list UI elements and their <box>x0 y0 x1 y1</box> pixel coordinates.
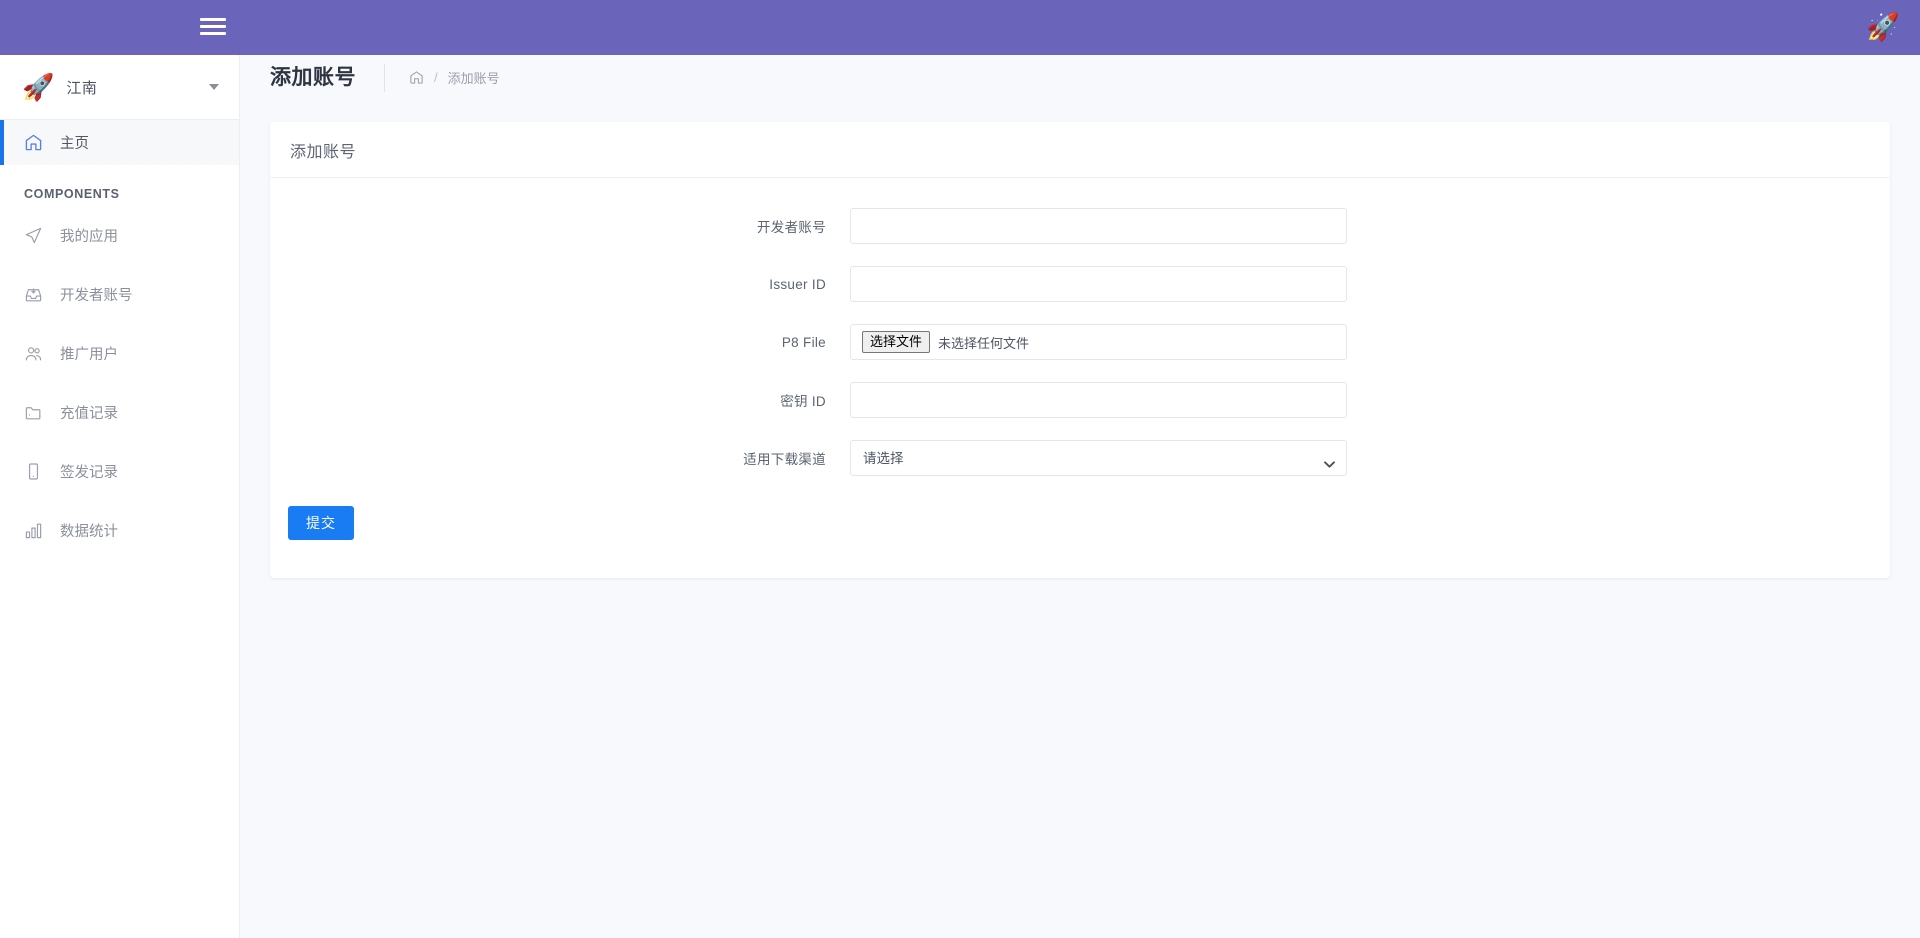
sidebar-item-label: 推广用户 <box>60 343 118 364</box>
form-row-download-channel: 适用下载渠道 请选择 <box>270 440 1890 476</box>
key-id-label: 密钥 ID <box>270 390 850 410</box>
card-title: 添加账号 <box>270 122 1890 178</box>
issuer-id-label: Issuer ID <box>270 277 850 292</box>
top-bar: 🚀 <box>0 0 1920 55</box>
sidebar-item-label: 主页 <box>60 132 89 153</box>
sidebar-nav: 主页 COMPONENTS 我的应用 开发者账号 推广用户 充值记录 <box>0 120 239 553</box>
sidebar-item-recharge-records[interactable]: 充值记录 <box>0 390 239 435</box>
p8-file-input[interactable]: 选择文件 未选择任何文件 <box>850 324 1347 360</box>
hamburger-icon-line <box>200 25 226 28</box>
form-row-p8-file: P8 File 选择文件 未选择任何文件 <box>270 324 1890 360</box>
download-channel-select[interactable]: 请选择 <box>850 440 1347 476</box>
sidebar-section-label: COMPONENTS <box>0 165 239 213</box>
menu-toggle-button[interactable] <box>200 15 226 37</box>
download-channel-label: 适用下载渠道 <box>270 448 850 468</box>
sidebar-item-my-apps[interactable]: 我的应用 <box>0 213 239 258</box>
rocket-icon[interactable]: 🚀 <box>1864 8 1902 46</box>
brand-user-dropdown[interactable]: 🚀 江南 <box>0 55 239 120</box>
p8-file-label: P8 File <box>270 335 850 350</box>
main-content: 添加账号 / 添加账号 添加账号 开发者账号 Issuer ID <box>240 55 1920 938</box>
users-icon <box>22 343 44 365</box>
page-header: 添加账号 / 添加账号 <box>240 55 1920 100</box>
inbox-download-icon <box>22 284 44 306</box>
page-title: 添加账号 <box>270 64 385 92</box>
developer-account-input[interactable] <box>850 208 1347 244</box>
add-account-form: 开发者账号 Issuer ID P8 File 选择文件 未选择任何文件 密钥 … <box>270 208 1890 540</box>
smartphone-icon <box>22 461 44 483</box>
sidebar-item-label: 充值记录 <box>60 402 118 423</box>
breadcrumb-home-icon[interactable] <box>409 70 424 85</box>
sidebar-item-promotion-users[interactable]: 推广用户 <box>0 331 239 376</box>
sidebar-item-home[interactable]: 主页 <box>0 120 239 165</box>
breadcrumb: / 添加账号 <box>385 68 500 87</box>
add-account-card: 添加账号 开发者账号 Issuer ID P8 File 选择文件 未选择任何文… <box>270 122 1890 578</box>
issuer-id-input[interactable] <box>850 266 1347 302</box>
hamburger-icon-line <box>200 32 226 35</box>
sidebar-item-label: 开发者账号 <box>60 284 133 305</box>
file-status-text: 未选择任何文件 <box>938 333 1029 352</box>
chevron-down-icon <box>209 84 219 90</box>
form-row-issuer-id: Issuer ID <box>270 266 1890 302</box>
sidebar-item-issuance-records[interactable]: 签发记录 <box>0 449 239 494</box>
send-icon <box>22 225 44 247</box>
sidebar-item-statistics[interactable]: 数据统计 <box>0 508 239 553</box>
card-body: 开发者账号 Issuer ID P8 File 选择文件 未选择任何文件 密钥 … <box>270 178 1890 578</box>
breadcrumb-separator: / <box>434 70 438 85</box>
form-actions: 提交 <box>270 506 1890 540</box>
sidebar-item-label: 签发记录 <box>60 461 118 482</box>
form-row-key-id: 密钥 ID <box>270 382 1890 418</box>
folder-icon <box>22 402 44 424</box>
sidebar: 🚀 江南 主页 COMPONENTS 我的应用 开发者账号 <box>0 55 240 938</box>
home-icon <box>22 132 44 154</box>
sidebar-item-label: 我的应用 <box>60 225 118 246</box>
brand-name: 江南 <box>66 77 97 98</box>
developer-account-label: 开发者账号 <box>270 216 850 236</box>
brand-logo-icon: 🚀 <box>22 74 54 100</box>
breadcrumb-current: 添加账号 <box>448 68 500 87</box>
download-channel-select-wrapper: 请选择 <box>850 440 1347 476</box>
choose-file-button[interactable]: 选择文件 <box>862 331 930 353</box>
submit-button[interactable]: 提交 <box>288 506 354 540</box>
sidebar-item-label: 数据统计 <box>60 520 118 541</box>
bar-chart-icon <box>22 520 44 542</box>
sidebar-item-developer-account[interactable]: 开发者账号 <box>0 272 239 317</box>
key-id-input[interactable] <box>850 382 1347 418</box>
form-row-developer-account: 开发者账号 <box>270 208 1890 244</box>
hamburger-icon-line <box>200 18 226 21</box>
